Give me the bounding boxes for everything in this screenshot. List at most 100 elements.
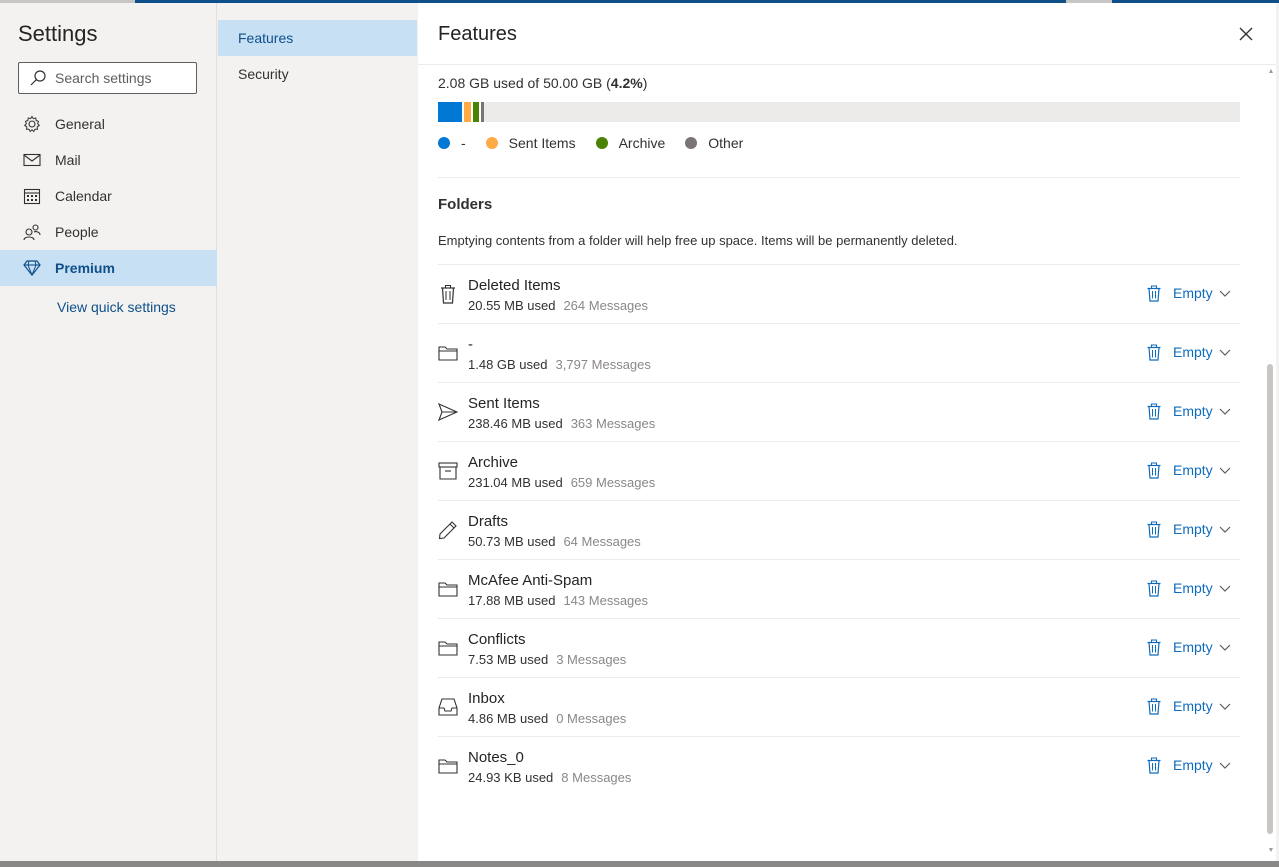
empty-folder-button[interactable]: Empty [1147, 520, 1213, 538]
legend-item: Archive [595, 135, 665, 151]
premium-subnav: Features Security [218, 3, 417, 861]
chevron-down-icon[interactable] [1218, 700, 1232, 714]
folder-usage: 238.46 MB used 363 Messages [468, 416, 655, 431]
empty-folder-button[interactable]: Empty [1147, 284, 1213, 302]
folders-description: Emptying contents from a folder will hel… [438, 233, 958, 248]
folder-name: Deleted Items [468, 277, 561, 294]
nav-item-label: Calendar [55, 188, 112, 204]
folder-icon [438, 637, 458, 659]
folder-icon [438, 755, 458, 777]
send-icon [438, 401, 458, 423]
storage-segment [462, 102, 471, 122]
folder-size: 4.86 MB used [468, 711, 549, 726]
chevron-down-icon[interactable] [1218, 641, 1232, 655]
folder-size: 20.55 MB used [468, 298, 556, 313]
folder-usage: 24.93 KB used 8 Messages [468, 770, 631, 785]
folders-heading: Folders [438, 196, 493, 213]
legend-item: Sent Items [485, 135, 576, 151]
empty-folder-button[interactable]: Empty [1147, 697, 1213, 715]
legend-item: Other [685, 135, 743, 151]
trash-icon [1147, 284, 1163, 302]
folder-usage: 50.73 MB used 64 Messages [468, 534, 641, 549]
chevron-down-icon[interactable] [1218, 759, 1232, 773]
empty-folder-button[interactable]: Empty [1147, 402, 1213, 420]
chevron-down-icon[interactable] [1218, 346, 1232, 360]
chevron-down-icon[interactable] [1218, 287, 1232, 301]
chevron-down-icon[interactable] [1218, 523, 1232, 537]
folder-row: Notes_0 24.93 KB used 8 Messages Empty [438, 736, 1240, 795]
folder-usage: 7.53 MB used 3 Messages [468, 652, 626, 667]
search-placeholder: Search settings [55, 70, 152, 86]
folder-name: Drafts [468, 513, 509, 530]
folder-message-count: 264 Messages [563, 298, 649, 313]
legend-item: - [438, 135, 466, 151]
folder-size: 231.04 MB used [468, 475, 563, 490]
folder-row: Sent Items 238.46 MB used 363 Messages Empt… [438, 382, 1240, 441]
folder-message-count: 8 Messages [561, 770, 632, 785]
folder-usage: 4.86 MB used 0 Messages [468, 711, 626, 726]
settings-nav: Settings Search settings General Mail Ca… [0, 3, 217, 861]
page-title: Features [438, 23, 517, 45]
nav-item-label: Mail [55, 152, 81, 168]
folder-usage: 17.88 MB used 143 Messages [468, 593, 648, 608]
folder-message-count: 3,797 Messages [555, 357, 651, 372]
scrollbar[interactable]: ▲ ▼ [1266, 64, 1276, 860]
folder-usage: 231.04 MB used 659 Messages [468, 475, 655, 490]
view-quick-settings-link[interactable]: View quick settings [57, 299, 176, 315]
folder-row: Drafts 50.73 MB used 64 Messages Empty [438, 500, 1240, 559]
folder-usage: 20.55 MB used 264 Messages [468, 298, 648, 313]
folder-size: 17.88 MB used [468, 593, 556, 608]
empty-label: Empty [1173, 403, 1213, 419]
subnav-item-features[interactable]: Features [218, 20, 417, 56]
empty-folder-button[interactable]: Empty [1147, 638, 1213, 656]
folder-icon [438, 578, 458, 600]
search-input[interactable]: Search settings [18, 62, 197, 94]
storage-segment [438, 102, 463, 122]
nav-item-calendar[interactable]: Calendar [0, 178, 217, 214]
settings-title: Settings [18, 21, 98, 46]
folder-row: Conflicts 7.53 MB used 3 Messages Empty [438, 618, 1240, 677]
nav-item-general[interactable]: General [0, 106, 217, 142]
folder-message-count: 143 Messages [563, 593, 649, 608]
empty-folder-button[interactable]: Empty [1147, 343, 1213, 361]
folder-usage: 1.48 GB used 3,797 Messages [468, 357, 651, 372]
chevron-down-icon[interactable] [1218, 464, 1232, 478]
nav-item-mail[interactable]: Mail [0, 142, 217, 178]
folder-size: 238.46 MB used [468, 416, 563, 431]
folder-size: 24.93 KB used [468, 770, 554, 785]
trash-icon [1147, 638, 1163, 656]
folder-size: 1.48 GB used [468, 357, 548, 372]
legend-dot [485, 137, 498, 149]
empty-label: Empty [1173, 698, 1213, 714]
legend-dot [438, 137, 450, 149]
empty-folder-button[interactable]: Empty [1147, 461, 1213, 479]
nav-item-people[interactable]: People [0, 214, 217, 250]
people-icon [22, 222, 42, 242]
nav-item-premium[interactable]: Premium [0, 250, 217, 286]
legend-label: Other [708, 135, 744, 151]
storage-usage-text: 2.08 GB used of 50.00 GB (4.2%) [438, 75, 648, 91]
empty-label: Empty [1173, 344, 1213, 360]
subnav-item-security[interactable]: Security [218, 56, 417, 92]
folder-name: Inbox [468, 690, 505, 707]
storage-segment [470, 102, 479, 122]
section-divider [438, 177, 1240, 178]
legend-label: Sent Items [508, 135, 576, 151]
pencil-icon [438, 519, 458, 541]
folder-name: Sent Items [468, 395, 540, 412]
close-button[interactable] [1236, 24, 1256, 44]
gear-icon [22, 114, 42, 134]
legend-dot [685, 137, 698, 149]
scrollbar-thumb [1267, 364, 1273, 834]
trash-icon [1147, 756, 1163, 774]
empty-folder-button[interactable]: Empty [1147, 756, 1213, 774]
folder-row: Archive 231.04 MB used 659 Messages Empty [438, 441, 1240, 500]
chevron-down-icon[interactable] [1218, 582, 1232, 596]
mail-icon [22, 150, 42, 170]
trash-icon [1147, 520, 1163, 538]
legend-label: - [461, 135, 466, 151]
search-icon [29, 69, 47, 87]
empty-folder-button[interactable]: Empty [1147, 579, 1213, 597]
close-icon [1239, 27, 1253, 41]
chevron-down-icon[interactable] [1218, 405, 1232, 419]
